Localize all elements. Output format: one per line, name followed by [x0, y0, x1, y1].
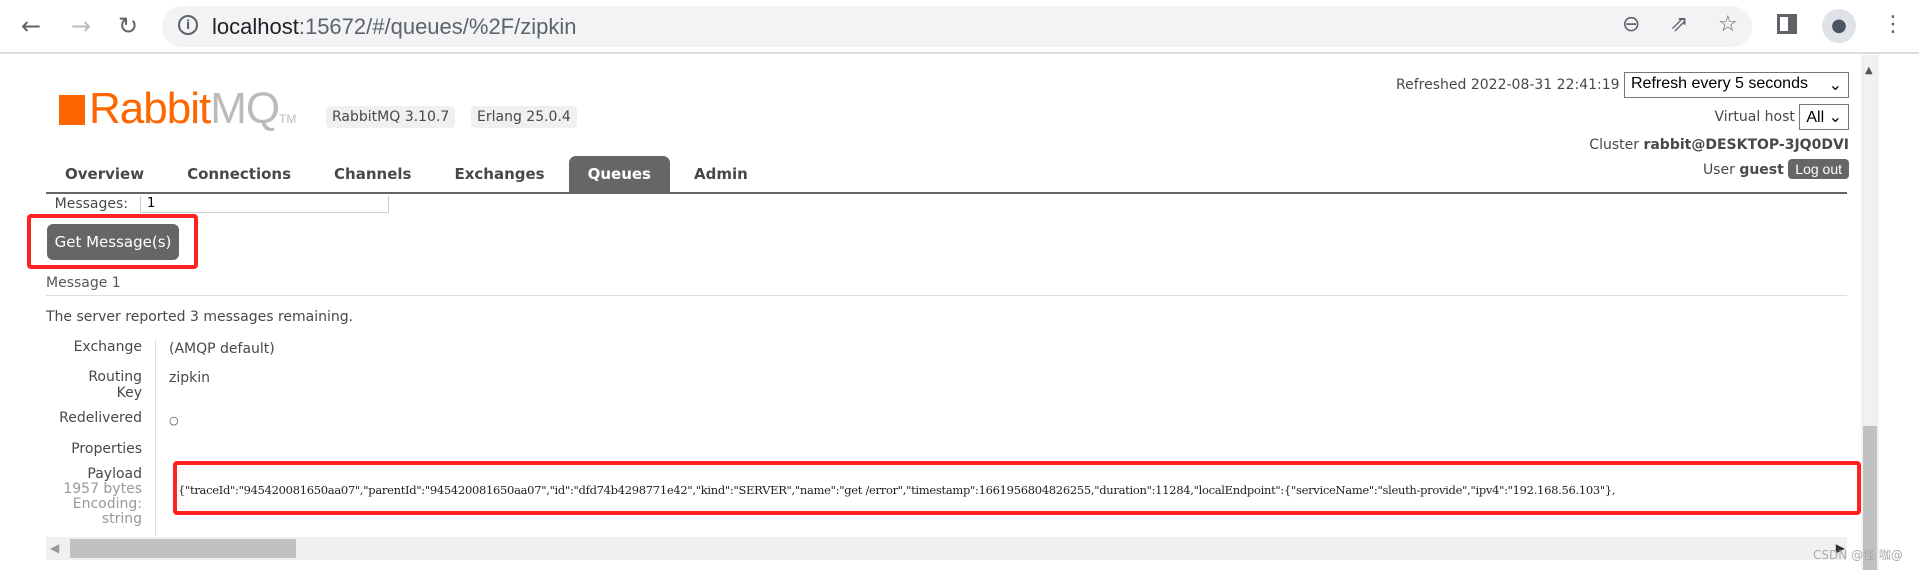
- redelivered-value: ○: [169, 414, 179, 427]
- rabbit-logo-icon: [59, 95, 85, 125]
- scroll-left-icon[interactable]: ◀: [50, 541, 59, 555]
- menu-icon[interactable]: ⋮: [1882, 12, 1904, 37]
- remaining-text: The server reported 3 messages remaining…: [46, 309, 354, 325]
- profile-avatar-icon[interactable]: ●: [1822, 9, 1856, 43]
- address-bar[interactable]: i localhost:15672/#/queues/%2F/zipkin ⊖ …: [162, 6, 1752, 47]
- rabbitmq-version-badge: RabbitMQ 3.10.7: [326, 106, 456, 128]
- cluster-name: rabbit@DESKTOP-3JQ0DVI: [1643, 137, 1849, 153]
- get-messages-button[interactable]: Get Message(s): [47, 224, 179, 260]
- routing-key-value: zipkin: [169, 370, 210, 386]
- forward-icon[interactable]: →: [66, 12, 96, 40]
- messages-count-input[interactable]: 1: [140, 196, 389, 213]
- payload-size: 1957 bytes: [63, 481, 142, 497]
- site-info-icon[interactable]: i: [178, 15, 198, 35]
- side-panel-icon[interactable]: [1777, 14, 1797, 34]
- cluster-row: Cluster rabbit@DESKTOP-3JQ0DVI: [1589, 137, 1849, 153]
- rabbitmq-logo: RabbitMQTM: [59, 84, 296, 134]
- refresh-row: Refreshed 2022-08-31 22:41:19 Refresh ev…: [1396, 72, 1849, 98]
- back-icon[interactable]: ←: [16, 12, 46, 40]
- payload-label: Payload 1957 bytes Encoding: string: [46, 467, 142, 527]
- vhost-row: Virtual host All ⌄: [1714, 104, 1849, 130]
- tab-exchanges[interactable]: Exchanges: [435, 156, 563, 192]
- table-divider: [155, 340, 156, 536]
- messages-label: Messages:: [54, 196, 128, 212]
- watermark: CSDN @怪 咖@: [1813, 548, 1903, 562]
- refresh-interval-select[interactable]: Refresh every 5 seconds ⌄: [1624, 72, 1849, 98]
- erlang-version-badge: Erlang 25.0.4: [471, 106, 577, 128]
- main-tabs: Overview Connections Channels Exchanges Queu…: [46, 156, 1847, 194]
- star-icon[interactable]: ☆: [1718, 12, 1738, 37]
- zoom-out-icon[interactable]: ⊖: [1622, 12, 1640, 37]
- redelivered-label: Redelivered: [59, 410, 142, 426]
- tab-overview[interactable]: Overview: [46, 156, 163, 192]
- payload-encoding: string: [101, 511, 142, 527]
- tab-channels[interactable]: Channels: [315, 156, 430, 192]
- horizontal-scroll-thumb[interactable]: [70, 539, 296, 558]
- message-title: Message 1: [46, 275, 1847, 296]
- url-text[interactable]: localhost:15672/#/queues/%2F/zipkin: [212, 14, 576, 40]
- scroll-up-icon[interactable]: ▲: [1865, 65, 1873, 76]
- vertical-scrollbar[interactable]: ▲: [1861, 55, 1879, 570]
- share-icon[interactable]: ⇗: [1670, 12, 1688, 37]
- tab-connections[interactable]: Connections: [168, 156, 310, 192]
- properties-label: Properties: [71, 441, 142, 457]
- payload-text: {"traceId":"945420081650aa07","parentId"…: [178, 483, 1616, 497]
- refreshed-time: Refreshed 2022-08-31 22:41:19: [1396, 77, 1620, 93]
- reload-icon[interactable]: ↻: [113, 12, 143, 40]
- browser-toolbar: ← → ↻ i localhost:15672/#/queues/%2F/zip…: [0, 0, 1919, 54]
- tab-admin[interactable]: Admin: [675, 156, 767, 192]
- exchange-value: (AMQP default): [169, 341, 275, 357]
- exchange-label: Exchange: [73, 339, 142, 355]
- tab-queues[interactable]: Queues: [568, 156, 670, 192]
- horizontal-scrollbar[interactable]: ◀ ▶: [46, 537, 1847, 560]
- routing-key-label: Routing Key: [88, 369, 142, 401]
- vhost-label: Virtual host: [1714, 109, 1795, 125]
- vhost-select[interactable]: All ⌄: [1799, 104, 1849, 130]
